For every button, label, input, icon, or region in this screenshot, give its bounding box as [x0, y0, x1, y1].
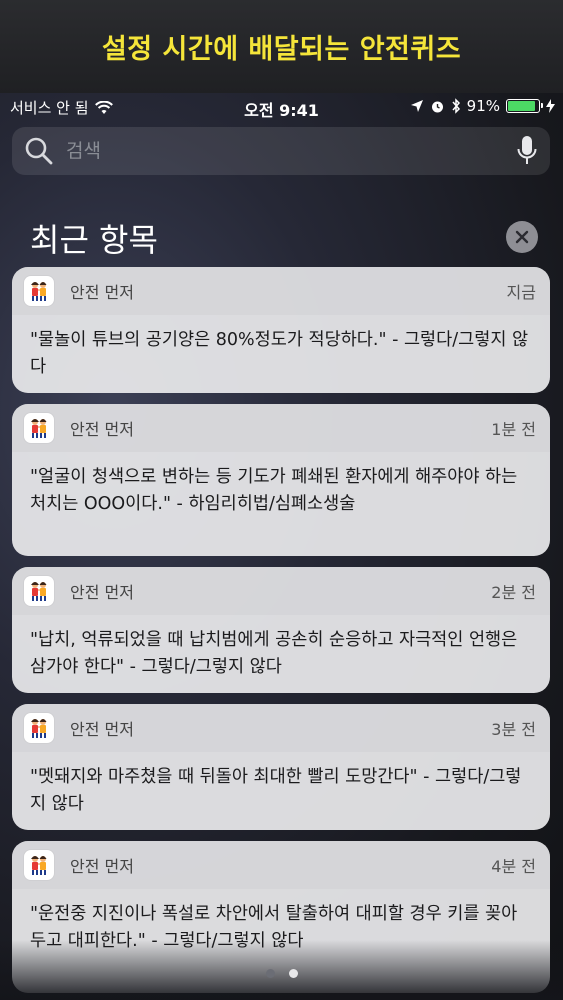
- recent-section-title: 최근 항목: [30, 221, 158, 259]
- app-name: 안전 먼저: [70, 720, 134, 739]
- charging-icon: [546, 99, 555, 113]
- app-icon: [24, 276, 54, 306]
- kids-icon: [31, 719, 47, 738]
- notification-header: 안전 먼저 3분 전: [12, 704, 550, 752]
- notification-time: 지금: [506, 283, 536, 302]
- notification-text: "얼굴이 청색으로 변하는 등 기도가 폐쇄된 환자에게 해주야야 하는 처치는…: [30, 467, 518, 514]
- notification-time: 2분 전: [491, 583, 536, 602]
- notification-card[interactable]: 안전 먼저 지금 "물놀이 튜브의 공기양은 80%정도가 적당하다." - 그…: [12, 267, 550, 393]
- page-indicator[interactable]: [0, 969, 563, 978]
- search-input[interactable]: [64, 139, 516, 163]
- status-bar: 서비스 안 됨 오전 9:41 91%: [0, 93, 563, 121]
- app-name: 안전 먼저: [70, 283, 134, 302]
- app-icon: [24, 576, 54, 606]
- battery-percent: 91%: [466, 97, 500, 115]
- search-bar[interactable]: [12, 127, 550, 175]
- notification-text: "납치, 억류되었을 때 납치범에게 공손히 순응하고 자극적인 언행은 삼가야…: [30, 630, 518, 677]
- notification-time: 3분 전: [491, 720, 536, 739]
- kids-icon: [31, 582, 47, 601]
- page-dot-1[interactable]: [265, 969, 275, 978]
- app-icon: [24, 713, 54, 743]
- notification-text: "멧돼지와 마주쳤을 때 뒤돌아 최대한 빨리 도망간다" - 그렇다/그렇지 …: [30, 767, 522, 814]
- battery-icon: [506, 99, 543, 113]
- alarm-icon: [431, 101, 443, 112]
- kids-icon: [31, 856, 47, 875]
- search-icon: [25, 137, 53, 165]
- app-name: 안전 먼저: [70, 857, 134, 876]
- app-icon: [24, 850, 54, 880]
- page-dot-2[interactable]: [288, 969, 298, 978]
- promo-banner: 설정 시간에 배달되는 안전퀴즈: [0, 0, 563, 93]
- notification-header: 안전 먼저 4분 전: [12, 841, 550, 889]
- location-icon: [410, 100, 423, 112]
- notification-header: 안전 먼저 2분 전: [12, 567, 550, 615]
- notification-time: 4분 전: [491, 857, 536, 876]
- close-icon: [515, 230, 529, 244]
- notification-card[interactable]: 안전 먼저 2분 전 "납치, 억류되었을 때 납치범에게 공손히 순응하고 자…: [12, 567, 550, 693]
- microphone-icon[interactable]: [516, 135, 538, 167]
- notification-card[interactable]: 안전 먼저 1분 전 "얼굴이 청색으로 변하는 등 기도가 폐쇄된 환자에게 …: [12, 404, 550, 556]
- app-icon: [24, 413, 54, 443]
- kids-icon: [31, 282, 47, 301]
- app-name: 안전 먼저: [70, 583, 134, 602]
- kids-icon: [31, 419, 47, 438]
- battery-level: [508, 101, 536, 111]
- notification-time: 1분 전: [491, 420, 536, 439]
- clear-recent-button[interactable]: [506, 221, 538, 253]
- notification-text: "물놀이 튜브의 공기양은 80%정도가 적당하다." - 그렇다/그렇지 않다: [30, 330, 529, 377]
- app-name: 안전 먼저: [70, 420, 134, 439]
- bluetooth-icon: [452, 98, 460, 114]
- notification-card[interactable]: 안전 먼저 3분 전 "멧돼지와 마주쳤을 때 뒤돌아 최대한 빨리 도망간다"…: [12, 704, 550, 830]
- notification-header: 안전 먼저 지금: [12, 267, 550, 315]
- widget-screen: 서비스 안 됨 오전 9:41 91% 검색 최근 항목 안전 먼저 지금 "물…: [0, 93, 563, 1000]
- banner-title: 설정 시간에 배달되는 안전퀴즈: [101, 34, 462, 65]
- notification-header: 안전 먼저 1분 전: [12, 404, 550, 452]
